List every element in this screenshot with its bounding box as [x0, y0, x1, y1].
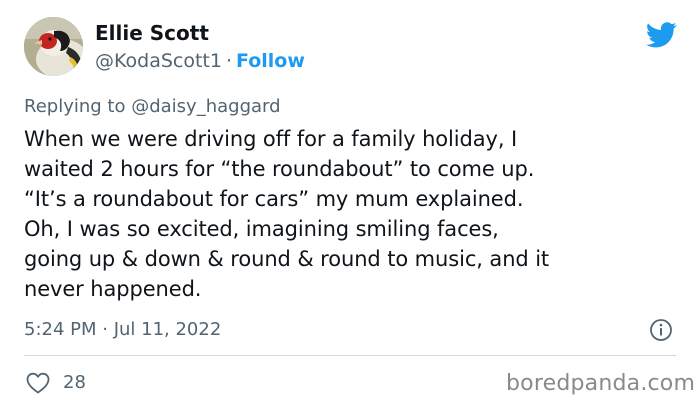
reply-context: Replying to @daisy_haggard — [24, 96, 281, 117]
tweet-text-line: Oh, I was so excited, imagining smiling … — [24, 217, 499, 241]
follow-button[interactable]: Follow — [236, 50, 305, 72]
tweet-text-line: When we were driving off for a family ho… — [24, 127, 518, 151]
avatar[interactable] — [24, 17, 83, 76]
goldfinch-avatar-icon — [24, 17, 83, 76]
tweet-card: Ellie Scott @KodaScott1 · Follow Replying … — [0, 0, 700, 410]
reply-mention-link[interactable]: @daisy_haggard — [131, 96, 280, 117]
tweet-text: When we were driving off for a family ho… — [24, 124, 684, 304]
tweet-timestamp[interactable]: 5:24 PM · Jul 11, 2022 — [24, 319, 221, 340]
author-handle[interactable]: @KodaScott1 — [95, 50, 222, 72]
info-icon[interactable] — [649, 318, 673, 342]
heart-icon[interactable] — [26, 372, 50, 394]
tweet-text-line: going up & down & round & round to music… — [24, 247, 550, 271]
watermark: boredpanda.com — [506, 371, 696, 396]
author-name[interactable]: Ellie Scott — [95, 21, 209, 45]
like-count: 28 — [63, 372, 86, 393]
twitter-bird-icon[interactable] — [646, 22, 677, 48]
tweet-text-line: never happened. — [24, 277, 202, 301]
divider — [24, 355, 676, 356]
tweet-text-line: waited 2 hours for “the roundabout” to c… — [24, 157, 535, 181]
author-handle-row: @KodaScott1 · Follow — [95, 50, 305, 72]
tweet-text-line: “It’s a roundabout for cars” my mum expl… — [24, 187, 524, 211]
reply-prefix: Replying to — [24, 96, 126, 117]
handle-separator: · — [225, 50, 233, 72]
